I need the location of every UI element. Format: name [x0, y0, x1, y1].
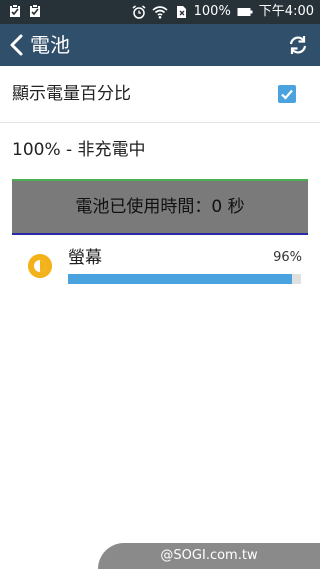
- page-title: 電池: [30, 33, 70, 57]
- wifi-icon: [152, 6, 168, 19]
- brightness-icon: [28, 254, 52, 278]
- usage-item-percent: 96%: [273, 250, 302, 265]
- battery-status-text: 100% - 非充電中: [12, 140, 146, 160]
- app-bar: 電池: [0, 24, 320, 66]
- clock-text: 下午4:00: [258, 4, 314, 19]
- graph-bottom-divider: [12, 233, 308, 235]
- battery-usage-graph: 電池已使用時間：0 秒: [12, 181, 308, 233]
- show-percentage-row[interactable]: 顯示電量百分比: [0, 66, 320, 123]
- sim-card-icon: [176, 6, 186, 18]
- battery-usage-time: 電池已使用時間：0 秒: [75, 197, 245, 217]
- alarm-icon: [132, 5, 146, 19]
- back-chevron-icon[interactable]: [6, 32, 28, 58]
- notification-icons: [8, 4, 42, 18]
- battery-percent-text: 100%: [193, 4, 231, 19]
- checkmark-icon: [281, 89, 293, 100]
- watermark: @SOGI.com.tw: [98, 543, 320, 569]
- show-percentage-label: 顯示電量百分比: [12, 84, 131, 104]
- battery-icon: [237, 8, 253, 16]
- usage-progress-bar: [68, 274, 301, 284]
- refresh-icon[interactable]: [286, 33, 310, 57]
- usage-item-name: 螢幕: [68, 248, 102, 268]
- clipboard-check-icon: [30, 4, 40, 17]
- status-bar: 100% 下午4:00: [0, 0, 320, 24]
- usage-progress-fill: [68, 274, 292, 284]
- usage-item-screen[interactable]: 螢幕 96%: [0, 242, 320, 292]
- system-icons: 100% 下午4:00: [132, 3, 314, 21]
- show-percentage-checkbox[interactable]: [278, 85, 296, 103]
- clipboard-check-icon: [10, 4, 20, 17]
